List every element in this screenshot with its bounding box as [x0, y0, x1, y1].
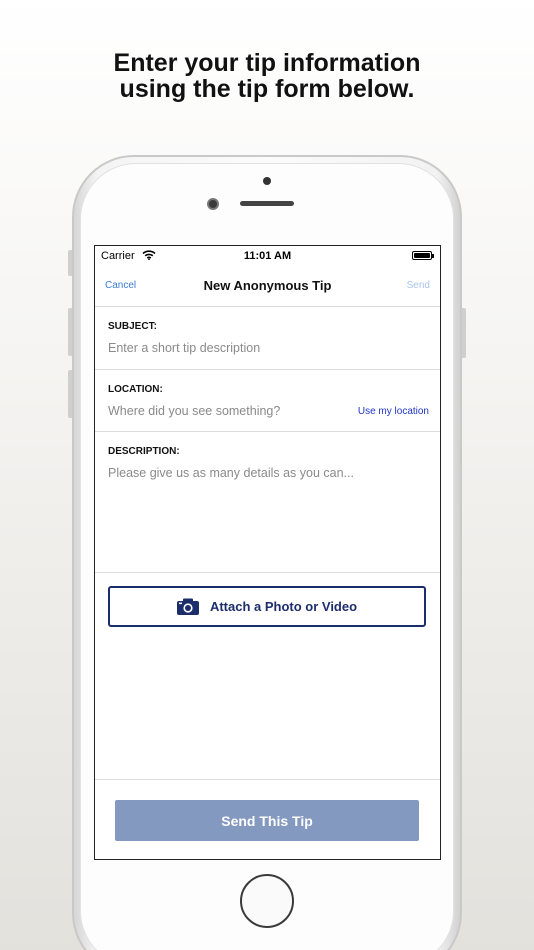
front-camera-icon — [263, 177, 271, 185]
home-button[interactable] — [240, 874, 294, 928]
camera-icon — [176, 598, 199, 615]
description-input[interactable] — [108, 466, 427, 556]
bottom-action-bar: Send This Tip — [95, 779, 440, 859]
location-input[interactable] — [108, 404, 348, 418]
location-label: LOCATION: — [108, 384, 163, 395]
attach-label: Attach a Photo or Video — [209, 599, 358, 614]
headline: Enter your tip information using the tip… — [0, 50, 534, 102]
subject-label: SUBJECT: — [108, 321, 157, 332]
sensor-icon — [207, 198, 219, 210]
attachment-section: Attach a Photo or Video — [95, 572, 440, 779]
description-label: DESCRIPTION: — [108, 446, 180, 457]
battery-icon — [412, 251, 434, 260]
subject-input[interactable] — [108, 341, 427, 355]
app-screen: Carrier 11:01 AM Cancel New Anonymous Ti… — [94, 245, 441, 860]
earpiece-speaker — [240, 201, 294, 206]
page-title: New Anonymous Tip — [203, 278, 332, 293]
send-button[interactable]: Send — [407, 280, 430, 291]
status-time: 11:01 AM — [243, 250, 292, 262]
location-field-group: LOCATION: Use my location — [95, 369, 440, 431]
subject-field-group: SUBJECT: — [95, 306, 440, 369]
navigation-bar: Cancel New Anonymous Tip Send — [95, 266, 440, 306]
headline-line-2: using the tip form below. — [119, 75, 415, 103]
status-bar: Carrier 11:01 AM — [95, 246, 440, 266]
send-this-tip-button[interactable]: Send This Tip — [115, 800, 419, 841]
headline-line-1: Enter your tip information — [113, 49, 421, 77]
use-my-location-link[interactable]: Use my location — [358, 406, 429, 417]
attach-photo-video-button[interactable]: Attach a Photo or Video — [108, 586, 426, 627]
description-field-group: DESCRIPTION: — [95, 431, 440, 572]
